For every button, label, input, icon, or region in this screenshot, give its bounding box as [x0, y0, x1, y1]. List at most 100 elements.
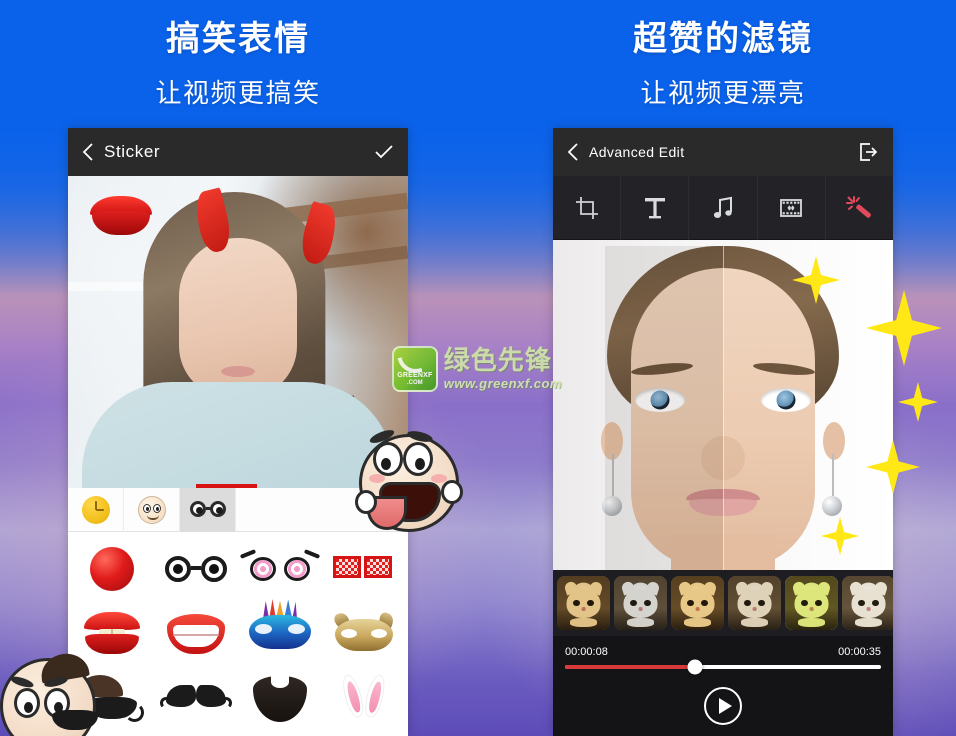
chevron-left-icon[interactable] [567, 142, 579, 162]
timeline-track[interactable] [565, 659, 881, 675]
spiral-glasses-icon [239, 548, 321, 583]
sticker-item-smile-mouth[interactable] [157, 603, 235, 665]
watermark-text: 绿色先锋 www.greenxf.com [444, 347, 562, 391]
carnival-mask-icon [249, 598, 311, 655]
advanced-edit-phone: Advanced Edit 00:00:08 00:00:35 [553, 128, 893, 736]
playback-controls [553, 675, 893, 736]
tool-text[interactable] [621, 175, 690, 240]
bunny-ears-icon [339, 672, 389, 724]
pixel-lens-left [196, 484, 258, 488]
advanced-edit-title: Advanced Edit [589, 144, 685, 160]
promo-screenshot: 搞笑表情 让视频更搞笑 超赞的滤镜 让视频更漂亮 Sticker Advance… [0, 0, 956, 736]
sticker-tab-glasses[interactable] [180, 488, 236, 532]
film-strip-icon [778, 195, 804, 221]
smile-mouth-icon [167, 613, 225, 654]
left-promo-headline-block: 搞笑表情 让视频更搞笑 [68, 20, 408, 110]
right-promo-headline-block: 超赞的滤镜 让视频更漂亮 [553, 20, 893, 110]
preview-face [601, 246, 845, 570]
magic-wand-icon [845, 194, 873, 222]
current-time: 00:00:08 [565, 646, 608, 658]
filter-thumb[interactable] [842, 576, 893, 630]
sticker-item-beard[interactable] [241, 668, 319, 730]
left-promo-subheadline: 让视频更搞笑 [155, 78, 321, 109]
subject-shirt [81, 382, 395, 488]
sticker-tab-faces[interactable] [124, 488, 180, 532]
tool-crop[interactable] [553, 175, 622, 240]
edit-toolbar [553, 175, 893, 240]
watermark-logo: GREENXF .COM [392, 346, 438, 392]
sticker-item-lips-teeth[interactable] [73, 603, 151, 665]
pixel-sunglasses-sticker[interactable] [196, 484, 338, 488]
sticker-tab-recent[interactable] [68, 488, 124, 532]
check-icon[interactable] [374, 144, 394, 160]
right-promo-subheadline: 让视频更漂亮 [640, 78, 806, 109]
earring-right [822, 454, 842, 516]
left-promo-headline: 搞笑表情 [166, 20, 310, 58]
filter-thumb-selected[interactable] [785, 576, 838, 630]
cartoon-blush-left [369, 474, 385, 483]
cartoon-eye-right [403, 442, 433, 476]
before-half-overlay [605, 246, 723, 570]
gold-mask-icon [332, 611, 396, 655]
sticker-item-pixel-sunglasses[interactable] [325, 538, 403, 600]
glasses-icon [189, 501, 227, 519]
filter-strip [553, 570, 893, 636]
pixel-sunglasses-icon [333, 555, 395, 582]
sticker-item-gold-mask[interactable] [325, 603, 403, 665]
watermark-logo-line2: .COM [407, 380, 423, 386]
chevron-left-icon[interactable] [82, 142, 94, 162]
buck-teeth-lips-icon [84, 611, 140, 656]
play-icon [718, 698, 732, 714]
watermark-brand: 绿色先锋 [443, 345, 552, 375]
play-button[interactable] [704, 687, 742, 725]
tool-music[interactable] [689, 175, 758, 240]
cartoon-tongue-face-sticker[interactable] [355, 427, 463, 536]
tool-clip[interactable] [758, 175, 826, 240]
lips-lower [92, 211, 150, 235]
filter-thumb[interactable] [728, 576, 781, 630]
peek-eye-left [14, 688, 40, 718]
clock-icon [81, 496, 110, 524]
cartoon-hand-right [441, 480, 463, 504]
sticker-item-bunny-ears[interactable] [325, 668, 403, 730]
export-icon[interactable] [857, 141, 879, 163]
sticker-item-round-glasses[interactable] [157, 538, 235, 600]
before-after-preview[interactable] [553, 240, 893, 570]
sticker-item-carnival-mask[interactable] [241, 598, 319, 665]
music-note-icon [710, 195, 736, 221]
filter-thumb[interactable] [557, 576, 610, 630]
crop-icon [574, 195, 600, 221]
timeline: 00:00:08 00:00:35 [553, 636, 893, 675]
sticker-item-red-nose[interactable] [73, 538, 151, 600]
timeline-progress-fill [565, 665, 695, 669]
advanced-edit-appbar: Advanced Edit [553, 128, 893, 176]
filter-thumb[interactable] [614, 576, 667, 630]
before-after-divider [723, 246, 724, 570]
beard-icon [253, 676, 307, 723]
cartoon-peek-face [0, 650, 98, 736]
sticker-appbar-title: Sticker [104, 142, 161, 161]
sticker-grid [68, 532, 408, 736]
red-lips-sticker[interactable] [90, 196, 152, 236]
watermark-url: www.greenxf.com [443, 376, 562, 391]
cartoon-eye-left [373, 442, 403, 476]
preview-eye-right [761, 388, 811, 412]
mustache-icon [160, 685, 232, 713]
subject-mouth [221, 366, 255, 377]
sticker-item-mustache[interactable] [157, 668, 235, 730]
timeline-times: 00:00:08 00:00:35 [565, 646, 881, 658]
round-glasses-icon [165, 555, 227, 582]
text-t-icon [642, 195, 668, 221]
cartoon-hand-left [355, 490, 377, 514]
timeline-knob[interactable] [687, 659, 703, 675]
filter-thumb[interactable] [671, 576, 724, 630]
red-nose-icon [90, 546, 134, 591]
sparkle-icon [898, 382, 938, 422]
sticker-item-spiral-glasses[interactable] [239, 538, 321, 600]
right-promo-headline: 超赞的滤镜 [633, 20, 813, 58]
watermark: GREENXF .COM 绿色先锋 www.greenxf.com [392, 340, 562, 398]
total-time: 00:00:35 [838, 646, 881, 658]
tool-effects[interactable] [826, 176, 893, 240]
smiley-icon [137, 496, 166, 524]
sticker-appbar: Sticker [68, 128, 408, 176]
